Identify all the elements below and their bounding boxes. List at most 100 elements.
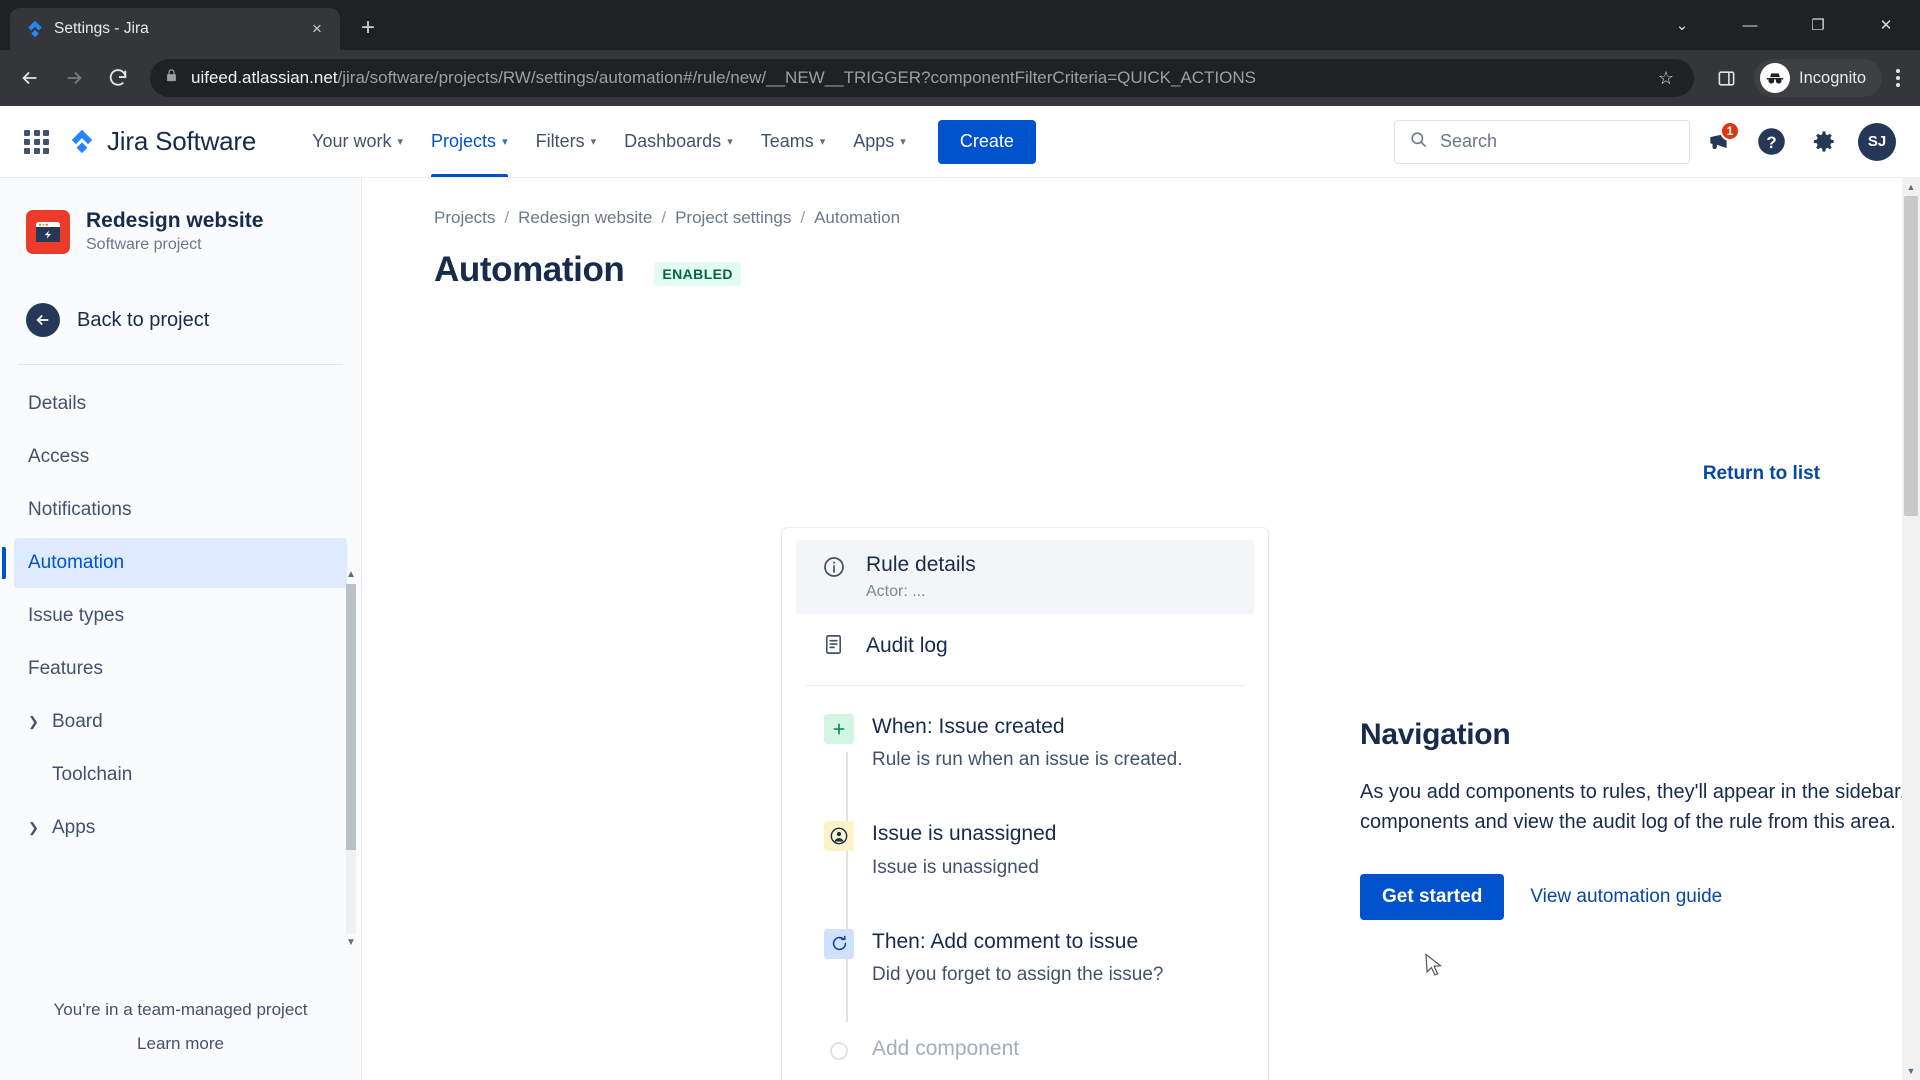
breadcrumb-project-settings[interactable]: Project settings [675,208,791,228]
browser-menu-icon[interactable] [1886,69,1910,87]
rule-step-action[interactable]: Then: Add comment to issue Did you forge… [782,928,1268,986]
sidebar-item-details[interactable]: Details [14,379,347,429]
new-tab-button[interactable]: + [350,10,386,46]
rule-step-condition[interactable]: Issue is unassigned Issue is unassigned [782,821,1268,878]
project-settings-sidebar: Redesign website Software project Back t… [0,178,362,1080]
page-scroll-up-icon[interactable]: ▲ [1902,178,1920,196]
page-scroll-down-icon[interactable]: ▼ [1902,1062,1920,1080]
rule-details-text: Rule details Actor: ... [866,552,976,601]
page-body: Redesign website Software project Back t… [0,178,1920,1080]
chevron-down-icon: ▾ [727,136,733,148]
step-description: Issue is unassigned [872,856,1039,878]
nav-item-filters[interactable]: Filters ▾ [522,106,611,177]
chevron-down-icon: ▾ [590,136,597,148]
nav-item-teams[interactable]: Teams ▾ [747,106,840,177]
team-managed-note: You're in a team-managed project [53,1000,308,1019]
scroll-down-icon[interactable]: ▼ [346,936,356,950]
sidebar-item-label: Features [28,658,103,679]
search-input[interactable]: Search [1394,119,1690,164]
chevron-down-icon: ▾ [900,136,906,148]
rule-details-actor: Actor: ... [866,583,926,601]
address-bar[interactable]: uifeed.atlassian.net/jira/software/proje… [150,59,1695,97]
sidebar-item-toolchain[interactable]: Toolchain [14,750,347,800]
notifications-button[interactable]: 1 [1696,119,1742,165]
tab-title: Settings - Jira [54,20,149,37]
sidebar-scrollbar[interactable]: ▲ ▼ [344,568,358,950]
settings-button[interactable] [1800,119,1846,165]
minimize-icon[interactable]: — [1716,0,1784,50]
chevron-right-icon: ❯ [28,820,39,835]
avatar[interactable]: SJ [1858,122,1896,161]
url-path: /jira/software/projects/RW/settings/auto… [337,68,1257,87]
close-tab-icon[interactable]: × [304,16,330,42]
add-component-text: Add component [872,1036,1019,1066]
jira-logo[interactable]: Jira Software [68,126,256,157]
rule-step-text: Issue is unassigned Issue is unassigned [872,821,1056,878]
help-button[interactable]: ? [1748,119,1794,165]
sidebar-item-issue-types[interactable]: Issue types [14,591,347,641]
nav-item-your-work[interactable]: Your work ▾ [298,106,417,177]
navigation-panel-title: Navigation [1360,718,1511,751]
notification-badge: 1 [1720,120,1740,141]
sidebar-item-features[interactable]: Features [14,644,347,694]
scroll-up-icon[interactable]: ▲ [346,568,356,582]
sidebar-nav-list: Details Access Notifications Automation … [0,365,361,1000]
close-window-icon[interactable]: ✕ [1852,0,1920,50]
minimize-all-icon[interactable]: ⌄ [1648,0,1716,50]
person-icon [824,821,854,852]
app-switcher-icon[interactable] [24,129,50,154]
scrollbar-thumb[interactable] [346,584,356,850]
side-panel-icon[interactable] [1706,58,1746,98]
info-icon [822,552,848,601]
learn-more-link[interactable]: Learn more [20,1034,341,1054]
project-avatar-icon [26,210,70,254]
nav-label: Projects [431,131,497,151]
gear-icon [1813,131,1834,152]
return-to-list-link[interactable]: Return to list [1703,463,1820,485]
rule-steps-list: When: Issue created Rule is run when an … [782,686,1268,1066]
nav-label: Dashboards [624,131,722,151]
rule-navigation-card: Rule details Actor: ... Audit log When: … [782,528,1268,1080]
incognito-indicator[interactable]: Incognito [1754,59,1882,97]
nav-item-dashboards[interactable]: Dashboards ▾ [610,106,747,177]
nav-item-apps[interactable]: Apps ▾ [839,106,920,177]
page-scrollbar-thumb[interactable] [1904,196,1918,516]
breadcrumb-redesign-website[interactable]: Redesign website [518,208,652,228]
breadcrumb-projects[interactable]: Projects [434,208,495,228]
step-title: When: Issue created [872,715,1065,739]
main-content: Projects / Redesign website / Project se… [362,178,1920,1080]
nav-label: Teams [760,131,814,151]
create-button[interactable]: Create [937,119,1036,164]
sidebar-item-access[interactable]: Access [14,432,347,482]
forward-icon[interactable] [54,58,94,98]
browser-tab[interactable]: Settings - Jira × [10,8,340,50]
sidebar-item-label: Apps [52,817,96,838]
add-component-label: Add component [872,1036,1020,1060]
scrollbar-track[interactable] [346,584,356,934]
sidebar-item-notifications[interactable]: Notifications [14,485,347,535]
search-placeholder: Search [1440,131,1498,151]
sidebar-item-label: Notifications [28,499,132,520]
back-icon[interactable] [10,58,50,98]
sidebar-item-board[interactable]: ❯ Board [14,697,347,747]
audit-log-row[interactable]: Audit log [796,614,1254,677]
url-domain: uifeed.atlassian.net [191,68,338,87]
project-header[interactable]: Redesign website Software project [0,200,361,264]
sidebar-item-automation[interactable]: Automation [2,538,347,588]
circle-outline-icon [824,1036,854,1066]
page-scrollbar[interactable]: ▲ ▼ [1902,178,1920,1080]
breadcrumb-automation[interactable]: Automation [814,208,900,228]
view-automation-guide-link[interactable]: View automation guide [1530,886,1722,908]
sidebar-item-apps[interactable]: ❯ Apps [14,803,347,853]
add-component-row[interactable]: Add component [782,1036,1268,1066]
get-started-button[interactable]: Get started [1360,873,1505,920]
jira-favicon-icon [26,20,44,38]
maximize-icon[interactable]: ❐ [1784,0,1852,50]
rule-details-row[interactable]: Rule details Actor: ... [796,540,1254,615]
sidebar-item-label: Toolchain [52,764,133,785]
reload-icon[interactable] [98,58,138,98]
rule-step-trigger[interactable]: When: Issue created Rule is run when an … [782,714,1268,771]
nav-item-projects[interactable]: Projects ▾ [417,106,522,177]
bookmark-star-icon[interactable]: ☆ [1652,68,1680,89]
back-to-project-link[interactable]: Back to project [0,292,361,348]
